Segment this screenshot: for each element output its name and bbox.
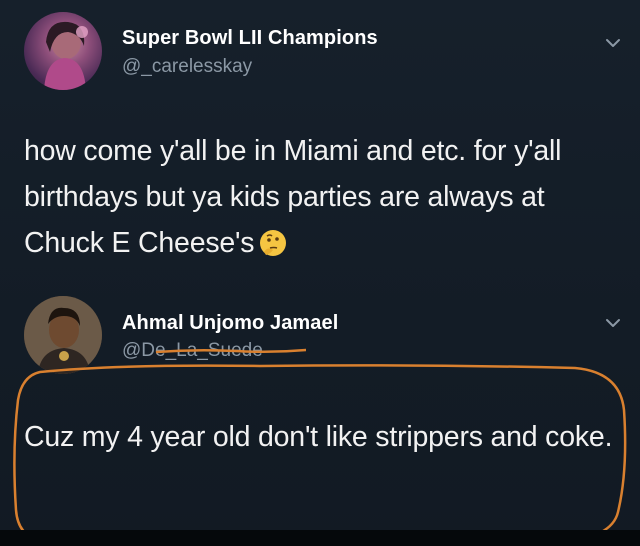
tweet-text: how come y'all be in Miami and etc. for … (24, 128, 614, 266)
thinking-face-emoji-icon (260, 230, 287, 256)
avatar[interactable] (24, 296, 102, 374)
username-handle[interactable]: @_carelesskay (122, 56, 252, 78)
scribble-strike-icon (156, 348, 306, 354)
display-name[interactable]: Super Bowl LII Champions (122, 27, 378, 50)
chevron-down-icon[interactable] (604, 314, 622, 332)
tweet-screenshot: Super Bowl LII Champions @_carelesskay h… (0, 0, 640, 546)
tweet-reply: Ahmal Unjomo Jamael @De_La_Suede Cuz my … (0, 290, 640, 546)
avatar[interactable] (24, 12, 102, 90)
tweet-text: Cuz my 4 year old don't like strippers a… (24, 421, 613, 453)
tweet-text-body: how come y'all be in Miami and etc. for … (24, 135, 562, 259)
chevron-down-icon[interactable] (604, 34, 622, 52)
user-avatar-photo-icon (44, 21, 88, 90)
tweet-original: Super Bowl LII Champions @_carelesskay h… (0, 0, 640, 290)
display-name[interactable]: Ahmal Unjomo Jamael (122, 312, 338, 335)
bottom-edge (0, 530, 640, 546)
user-avatar-photo-icon (24, 296, 102, 374)
